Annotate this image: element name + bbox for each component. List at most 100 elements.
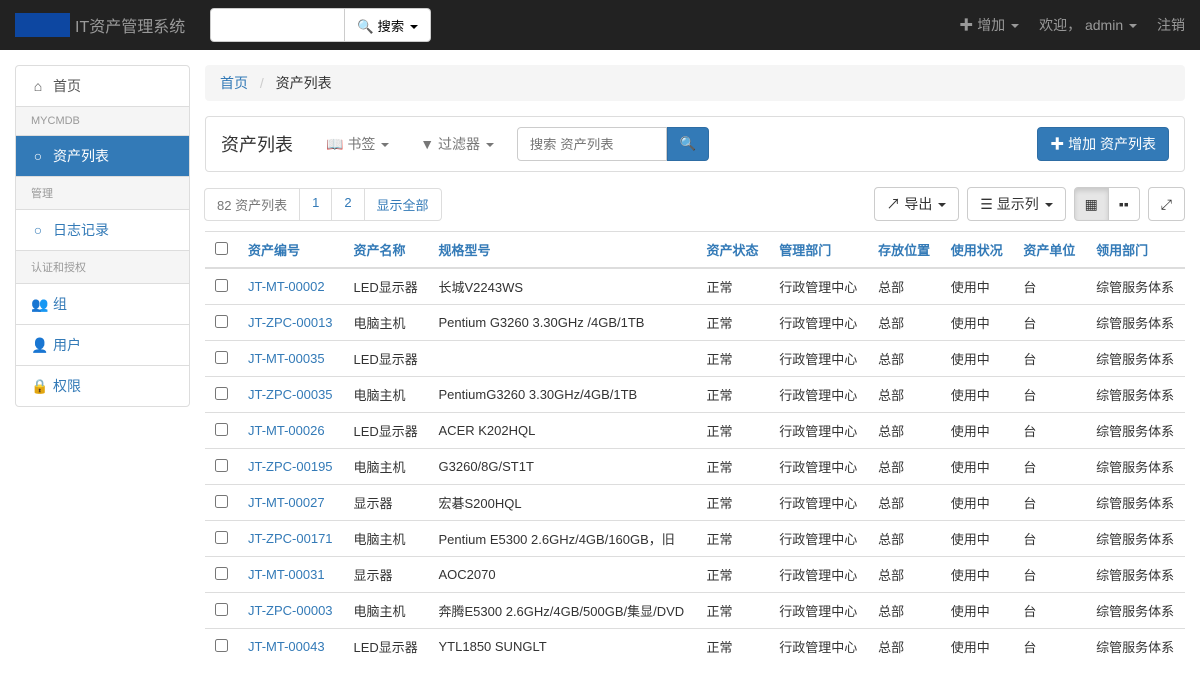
caret-icon <box>486 143 494 147</box>
sidebar-item-asset-list[interactable]: ○ 资产列表 <box>16 136 189 177</box>
cell-name: LED显示器 <box>343 341 428 377</box>
cell-name: 显示器 <box>343 557 428 593</box>
select-all-header[interactable] <box>205 232 238 269</box>
row-checkbox[interactable] <box>215 603 228 616</box>
asset-table: 资产编号 资产名称 规格型号 资产状态 管理部门 存放位置 使用状况 资产单位 … <box>205 231 1185 664</box>
page-2[interactable]: 2 <box>331 188 364 221</box>
asset-no-link[interactable]: JT-MT-00035 <box>248 351 325 366</box>
cell-status: 正常 <box>697 268 770 305</box>
sidebar-item-user[interactable]: 👤 用户 <box>16 325 189 366</box>
cell-receive-dept: 综管服务体系 <box>1086 377 1185 413</box>
th-icon: ▪▪ <box>1119 196 1129 212</box>
col-spec[interactable]: 规格型号 <box>429 232 697 269</box>
export-icon: ↗ <box>887 196 901 212</box>
col-dept[interactable]: 管理部门 <box>769 232 868 269</box>
cell-status: 正常 <box>697 521 770 557</box>
cell-unit: 台 <box>1013 593 1086 629</box>
cell-unit: 台 <box>1013 268 1086 305</box>
cell-usage: 使用中 <box>941 485 1014 521</box>
asset-no-link[interactable]: JT-MT-00002 <box>248 279 325 294</box>
cell-location: 总部 <box>868 557 941 593</box>
cell-unit: 台 <box>1013 449 1086 485</box>
col-usage[interactable]: 使用状况 <box>941 232 1014 269</box>
logout-link[interactable]: 注销 <box>1157 15 1185 35</box>
columns-button[interactable]: ☰ 显示列 <box>967 187 1065 221</box>
asset-no-link[interactable]: JT-ZPC-00013 <box>248 315 333 330</box>
row-checkbox[interactable] <box>215 423 228 436</box>
breadcrumb-current: 资产列表 <box>276 75 332 91</box>
list-search-button[interactable]: 🔍 <box>667 127 710 161</box>
view-grid-button[interactable]: ▪▪ <box>1108 187 1140 221</box>
sidebar-item-group[interactable]: 👥 组 <box>16 284 189 325</box>
bookmark-button[interactable]: 📖 书签 <box>318 128 397 160</box>
table-row: JT-ZPC-00195 电脑主机 G3260/8G/ST1T 正常 行政管理中… <box>205 449 1185 485</box>
cell-name: 电脑主机 <box>343 305 428 341</box>
group-icon: 👥 <box>31 296 45 313</box>
search-button[interactable]: 🔍 搜索 <box>345 8 431 42</box>
col-asset-no[interactable]: 资产编号 <box>238 232 343 269</box>
breadcrumb-separator: / <box>260 75 264 91</box>
breadcrumb-home[interactable]: 首页 <box>220 75 248 91</box>
col-location[interactable]: 存放位置 <box>868 232 941 269</box>
cell-usage: 使用中 <box>941 521 1014 557</box>
sidebar-item-label: 首页 <box>53 76 81 96</box>
add-asset-label: 增加 资产列表 <box>1068 136 1156 152</box>
row-checkbox[interactable] <box>215 315 228 328</box>
table-row: JT-ZPC-00035 电脑主机 PentiumG3260 3.30GHz/4… <box>205 377 1185 413</box>
col-asset-name[interactable]: 资产名称 <box>343 232 428 269</box>
row-checkbox[interactable] <box>215 387 228 400</box>
page-1[interactable]: 1 <box>299 188 332 221</box>
table-row: JT-MT-00043 LED显示器 YTL1850 SUNGLT 正常 行政管… <box>205 629 1185 665</box>
col-status[interactable]: 资产状态 <box>697 232 770 269</box>
row-checkbox[interactable] <box>215 495 228 508</box>
select-all-checkbox[interactable] <box>215 242 228 255</box>
add-asset-button[interactable]: ✚ 增加 资产列表 <box>1037 127 1169 161</box>
export-label: 导出 <box>904 196 932 212</box>
sidebar-item-home[interactable]: ⌂ 首页 <box>16 66 189 107</box>
asset-no-link[interactable]: JT-ZPC-00171 <box>248 531 333 546</box>
caret-icon <box>381 143 389 147</box>
cell-usage: 使用中 <box>941 377 1014 413</box>
asset-no-link[interactable]: JT-MT-00026 <box>248 423 325 438</box>
navbar-brand[interactable]: IT资产管理系统 <box>15 13 185 37</box>
user-menu[interactable]: 欢迎， admin <box>1039 15 1137 35</box>
filter-button[interactable]: ▼ 过滤器 <box>412 128 502 160</box>
col-receive-dept[interactable]: 领用部门 <box>1086 232 1185 269</box>
cell-spec: YTL1850 SUNGLT <box>429 629 697 665</box>
cell-receive-dept: 综管服务体系 <box>1086 413 1185 449</box>
search-input[interactable] <box>210 8 345 42</box>
row-checkbox[interactable] <box>215 279 228 292</box>
row-checkbox[interactable] <box>215 351 228 364</box>
add-menu[interactable]: ✚ 增加 <box>959 15 1019 35</box>
cell-receive-dept: 综管服务体系 <box>1086 305 1185 341</box>
table-row: JT-MT-00026 LED显示器 ACER K202HQL 正常 行政管理中… <box>205 413 1185 449</box>
asset-no-link[interactable]: JT-ZPC-00195 <box>248 459 333 474</box>
fullscreen-button[interactable]: ⤢ <box>1148 187 1185 221</box>
filter-icon: ▼ <box>420 136 434 152</box>
sidebar-section-header: MYCMDB <box>16 107 189 136</box>
cell-name: 电脑主机 <box>343 377 428 413</box>
list-search-input[interactable] <box>517 127 667 161</box>
asset-no-link[interactable]: JT-MT-00027 <box>248 495 325 510</box>
sidebar-item-log[interactable]: ○ 日志记录 <box>16 210 189 251</box>
asset-no-link[interactable]: JT-MT-00031 <box>248 567 325 582</box>
export-button[interactable]: ↗ 导出 <box>874 187 960 221</box>
cell-location: 总部 <box>868 305 941 341</box>
asset-no-link[interactable]: JT-ZPC-00003 <box>248 603 333 618</box>
asset-no-link[interactable]: JT-ZPC-00035 <box>248 387 333 402</box>
table-row: JT-MT-00002 LED显示器 长城V2243WS 正常 行政管理中心 总… <box>205 268 1185 305</box>
view-list-button[interactable]: ▦ <box>1074 187 1109 221</box>
cell-receive-dept: 综管服务体系 <box>1086 593 1185 629</box>
row-checkbox[interactable] <box>215 459 228 472</box>
col-unit[interactable]: 资产单位 <box>1013 232 1086 269</box>
row-checkbox[interactable] <box>215 567 228 580</box>
cell-receive-dept: 综管服务体系 <box>1086 521 1185 557</box>
view-toggle: ▦ ▪▪ <box>1074 187 1140 221</box>
cell-location: 总部 <box>868 521 941 557</box>
asset-no-link[interactable]: JT-MT-00043 <box>248 639 325 654</box>
show-all[interactable]: 显示全部 <box>364 188 442 221</box>
row-checkbox[interactable] <box>215 639 228 652</box>
sidebar-item-perm[interactable]: 🔒 权限 <box>16 366 189 406</box>
cell-location: 总部 <box>868 449 941 485</box>
row-checkbox[interactable] <box>215 531 228 544</box>
